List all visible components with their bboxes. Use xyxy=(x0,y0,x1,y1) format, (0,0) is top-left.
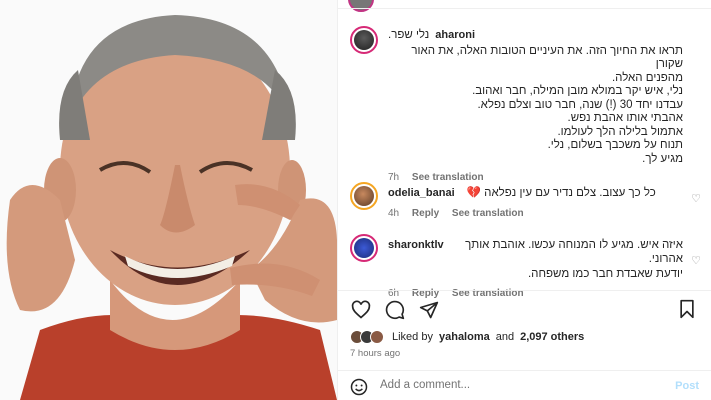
avatar[interactable] xyxy=(350,182,378,210)
likes-and: and xyxy=(495,331,515,343)
comment-time: 4h xyxy=(388,207,400,219)
post-time: 7 hours ago xyxy=(350,348,401,359)
emoji-icon xyxy=(350,378,368,396)
reply-link[interactable]: Reply xyxy=(412,208,439,219)
comment-line: מגיע לך. xyxy=(642,152,683,165)
comment-line: נלי שפר. xyxy=(388,29,430,41)
save-button[interactable] xyxy=(677,299,699,321)
comment-line: אתמול בלילה הלך לעולמו. xyxy=(557,125,683,138)
like-comment-heart-icon[interactable]: ♡ xyxy=(691,254,701,267)
post-side-panel: aharoni נלי שפר. תראו את החיוך הזה. את ה… xyxy=(337,0,711,400)
comment-aharoni: aharoni נלי שפר. תראו את החיוך הזה. את ה… xyxy=(338,20,711,183)
comment-line: אהבתי אותו אהבת נפש. xyxy=(567,112,683,124)
share-icon xyxy=(419,301,439,319)
likes-prefix: Liked by xyxy=(392,331,433,343)
comment-odelia-banai: odelia_banai כל כך עצוב. צלם נדיר עם עין… xyxy=(338,180,711,219)
comment-sharonktlv: sharonktlv איזה איש. מגיע לו המנוחה עכשו… xyxy=(338,232,711,299)
comment-line: תראו את החיוך הזה. את העיניים הטובות האל… xyxy=(411,44,683,71)
comment-button[interactable] xyxy=(384,299,406,321)
comment-icon xyxy=(385,300,405,320)
avatar[interactable] xyxy=(350,26,378,54)
avatar[interactable] xyxy=(350,234,378,262)
post-comment-button[interactable]: Post xyxy=(675,380,699,392)
share-button[interactable] xyxy=(418,299,440,321)
comment-username[interactable]: sharonktlv xyxy=(388,239,444,251)
comment-line: מהפנים האלה. xyxy=(611,71,683,84)
comment-username[interactable]: aharoni xyxy=(435,29,475,43)
comment-text: כל כך עצוב. צלם נדיר עם עין נפלאה 💔 xyxy=(466,187,656,199)
comment-line: איזה איש. מגיע לו המנוחה עכשו. אוהבת אות… xyxy=(465,239,683,265)
comment-line: יודעת שאבדת חבר כמו משפחה. xyxy=(527,268,683,280)
action-icons xyxy=(350,299,440,321)
header-avatar[interactable] xyxy=(348,0,374,12)
comment-line: עבדנו יחד 30 (!) שנה, חבר טוב וצלם נפלא. xyxy=(477,98,683,111)
likes-user-link[interactable]: yahaloma xyxy=(439,331,490,343)
post-photo[interactable] xyxy=(0,0,337,400)
comment-text: aharoni נלי שפר. xyxy=(388,29,683,43)
avatar xyxy=(370,330,384,344)
post-actions xyxy=(338,290,711,320)
bookmark-icon xyxy=(680,299,694,319)
liker-avatars[interactable] xyxy=(350,330,384,344)
likes-count-link[interactable]: 2,097 others xyxy=(520,331,584,343)
like-button[interactable] xyxy=(350,299,372,321)
see-translation-link[interactable]: See translation xyxy=(452,208,524,219)
like-comment-heart-icon[interactable]: ♡ xyxy=(691,192,701,205)
portrait-image xyxy=(0,0,337,400)
comment-meta: 4h Reply See translation xyxy=(388,208,683,219)
add-comment-input[interactable] xyxy=(380,379,660,391)
comment-line: תנוח על משכבך בשלום, נלי. xyxy=(547,139,683,151)
comment-username[interactable]: odelia_banai xyxy=(388,187,455,199)
emoji-button[interactable] xyxy=(350,378,368,396)
comment-line: נלי, איש יקר במולא מובן המילה, חבר ואהוב… xyxy=(472,85,683,97)
add-comment-bar: Post xyxy=(338,370,711,400)
likes-summary: Liked by yahaloma and 2,097 others xyxy=(350,330,584,344)
heart-icon xyxy=(351,300,371,319)
divider xyxy=(338,8,711,9)
